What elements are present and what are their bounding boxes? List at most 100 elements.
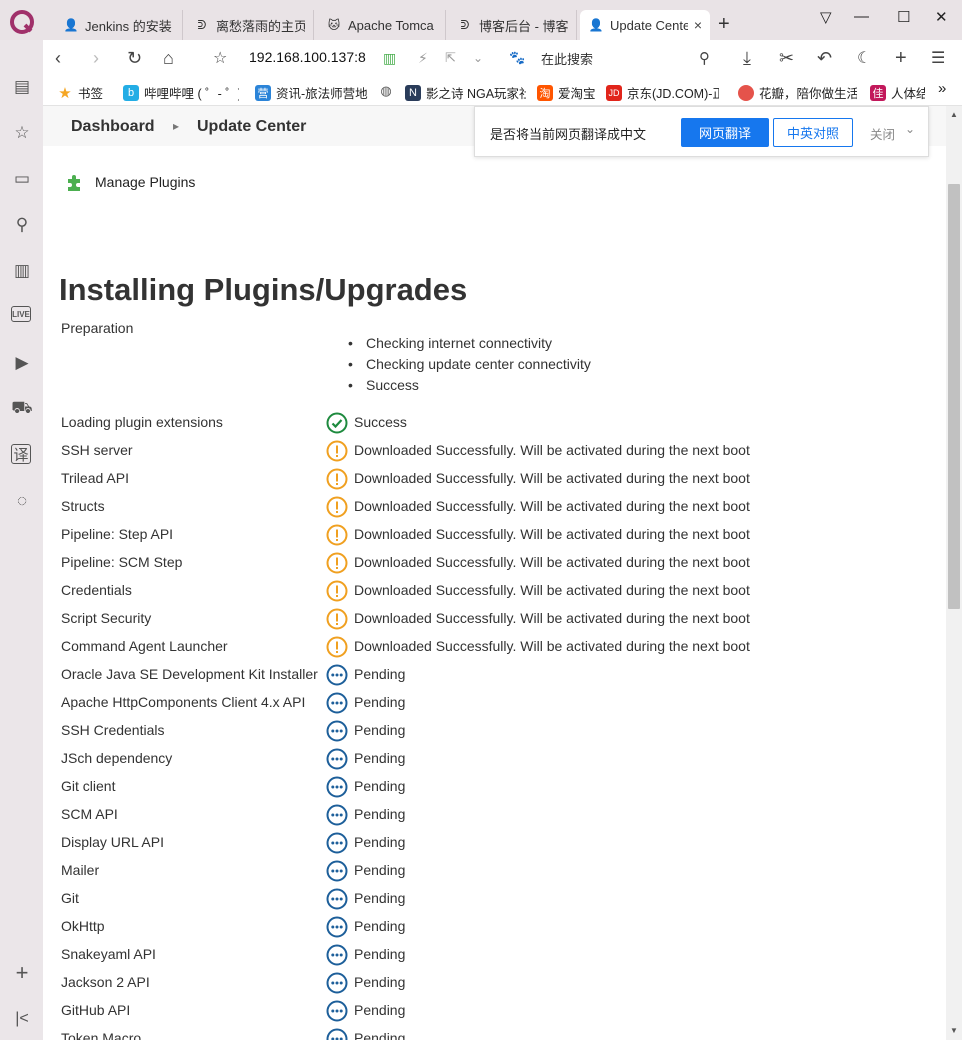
minimize-icon[interactable]: —	[854, 8, 869, 25]
notes-icon[interactable]: ▤	[11, 76, 33, 98]
plugin-status-text: Pending	[354, 834, 406, 850]
plugin-row: Apache HttpComponents Client 4.x API Pend…	[61, 689, 941, 717]
plugin-row: Git Pending	[61, 885, 941, 913]
tab-blog-admin[interactable]: ᕲ 博客后台 - 博客	[449, 10, 577, 40]
bookmark-label: 爱淘宝	[558, 87, 596, 101]
bookmark-item[interactable]: 淘 爱淘宝	[537, 83, 596, 102]
search-icon[interactable]: ⚲	[11, 214, 33, 236]
briefcase-icon[interactable]: ▭	[11, 168, 33, 190]
maximize-icon[interactable]: ☐	[897, 8, 910, 26]
night-mode-icon[interactable]: ☾	[857, 40, 871, 76]
plugin-row: SSH Credentials Pending	[61, 717, 941, 745]
menu-icon[interactable]: ☰	[931, 40, 945, 76]
breadcrumb-dashboard[interactable]: Dashboard	[71, 118, 155, 136]
scissors-icon[interactable]: ✂	[779, 40, 794, 76]
pin-icon[interactable]: ▽	[820, 8, 832, 26]
globe-icon: ◍	[380, 83, 392, 98]
bookmark-item[interactable]: 花瓣，陪你做生活	[738, 83, 857, 102]
book-icon[interactable]: ▥	[11, 260, 33, 282]
collapse-sidebar-icon[interactable]: |<	[11, 1008, 33, 1030]
search-input[interactable]: 在此搜索	[541, 49, 593, 68]
reader-icon[interactable]: ▥	[383, 40, 396, 76]
reload-icon[interactable]: ↻	[127, 40, 142, 76]
bookmark-item[interactable]: ◍	[378, 83, 399, 99]
flash-icon[interactable]: ⚡	[418, 40, 428, 76]
page-title: Installing Plugins/Upgrades	[59, 272, 468, 307]
chevron-down-icon[interactable]: ⌄	[905, 122, 915, 136]
back-icon[interactable]: ‹	[55, 40, 61, 76]
plugin-status-text: Pending	[354, 890, 406, 906]
renti-icon: 佳	[870, 84, 886, 101]
bookmark-label: 哔哩哔哩 ( ゜- ゜)つ	[144, 87, 239, 101]
translate-prompt: 是否将当前网页翻译成中文	[490, 127, 647, 142]
cart-icon[interactable]: ⛟	[11, 398, 33, 420]
tab-update-center[interactable]: 👤 Update Cente ×	[580, 10, 710, 40]
exclamation-circle-icon	[326, 552, 348, 574]
tab-tomcat[interactable]: 🐱 Apache Tomca	[318, 10, 446, 40]
bookmark-star-icon[interactable]: ☆	[213, 40, 227, 76]
bilingual-button[interactable]: 中英对照	[773, 118, 853, 147]
baidu-paw-icon[interactable]: 🐾	[509, 40, 525, 76]
plugin-name: SSH server	[61, 442, 133, 458]
browser-logo-icon[interactable]	[10, 10, 34, 34]
preparation-step: Checking internet connectivity	[346, 333, 591, 354]
bookmark-item[interactable]: 佳 人体结	[870, 83, 925, 102]
plugin-name: GitHub API	[61, 1002, 131, 1018]
forward-icon[interactable]: ›	[93, 40, 99, 76]
live-icon[interactable]: LIVE	[11, 306, 31, 322]
plugin-status-text: Downloaded Successfully. Will be activat…	[354, 610, 750, 626]
download-icon[interactable]: ⤓	[743, 40, 751, 76]
home-icon[interactable]: ⌂	[163, 40, 174, 76]
bookmark-item[interactable]: JD 京东(JD.COM)-正	[606, 83, 719, 102]
share-icon[interactable]: ⇱	[445, 40, 456, 76]
huaban-icon	[738, 84, 754, 101]
plugin-status-text: Pending	[354, 694, 406, 710]
plugin-status-text: Downloaded Successfully. Will be activat…	[354, 442, 750, 458]
video-icon[interactable]: ▶	[11, 352, 33, 374]
exclamation-circle-icon	[326, 580, 348, 602]
scrollbar-thumb[interactable]	[948, 184, 960, 609]
url-field[interactable]: 192.168.100.137:8	[249, 49, 366, 65]
plugin-name: JSch dependency	[61, 750, 173, 766]
add-icon[interactable]: +	[11, 960, 33, 985]
undo-icon[interactable]: ↶	[817, 40, 832, 76]
bookmark-item[interactable]: N 影之诗 NGA玩家社	[405, 83, 526, 102]
search-icon[interactable]: ⚲	[699, 40, 710, 76]
translate-page-button[interactable]: 网页翻译	[681, 118, 769, 147]
bookmark-item[interactable]: 营 资讯-旅法师营地	[255, 83, 368, 102]
favorites-star-icon[interactable]: ☆	[11, 122, 33, 144]
manage-plugins-link[interactable]: Manage Plugins	[65, 172, 195, 192]
tab-homepage[interactable]: ᕲ 离愁落雨的主页	[186, 10, 314, 40]
page-content: Dashboard ▸ Update Center 是否将当前网页翻译成中文 网…	[43, 106, 946, 1040]
ellipsis-circle-icon	[326, 860, 348, 882]
exclamation-circle-icon	[326, 496, 348, 518]
preparation-step: Checking update center connectivity	[346, 354, 591, 375]
scroll-down-arrow-icon[interactable]: ▼	[950, 1026, 958, 1035]
more-bookmarks-icon[interactable]: »	[938, 80, 946, 97]
breadcrumb-update-center[interactable]: Update Center	[197, 118, 306, 136]
tab-jenkins-install[interactable]: 👤 Jenkins 的安装	[55, 10, 183, 40]
plugin-name: Mailer	[61, 862, 100, 878]
scrollbar[interactable]: ▲ ▼	[946, 106, 962, 1040]
bookmark-item[interactable]: ★ 书签	[57, 83, 103, 102]
bookmark-item[interactable]: b 哔哩哔哩 ( ゜- ゜)つ	[123, 83, 239, 102]
plugin-status-text: Pending	[354, 666, 406, 682]
add-icon[interactable]: +	[895, 40, 907, 76]
close-tab-icon[interactable]: ×	[694, 17, 702, 33]
plugin-name: OkHttp	[61, 918, 105, 934]
plugin-row: Display URL API Pending	[61, 829, 941, 857]
close-window-icon[interactable]: ✕	[935, 8, 948, 26]
chevron-down-icon[interactable]: ⌄	[473, 40, 483, 76]
chat-icon[interactable]: ◌	[11, 490, 33, 512]
jenkins-favicon-icon: 👤	[63, 18, 79, 32]
translate-close-button[interactable]: 关闭	[870, 124, 895, 143]
tab-bar: 👤 Jenkins 的安装 ᕲ 离愁落雨的主页 🐱 Apache Tomca ᕲ…	[0, 0, 962, 40]
puzzle-piece-icon	[68, 175, 80, 191]
new-tab-icon[interactable]: +	[718, 13, 730, 36]
ellipsis-circle-icon	[326, 748, 348, 770]
scroll-up-arrow-icon[interactable]: ▲	[950, 110, 958, 119]
translate-icon[interactable]: 译	[11, 444, 31, 464]
preparation-steps: Checking internet connectivity Checking …	[346, 333, 591, 396]
plugin-row: Script Security Downloaded Successfully. …	[61, 605, 941, 633]
ellipsis-circle-icon	[326, 720, 348, 742]
